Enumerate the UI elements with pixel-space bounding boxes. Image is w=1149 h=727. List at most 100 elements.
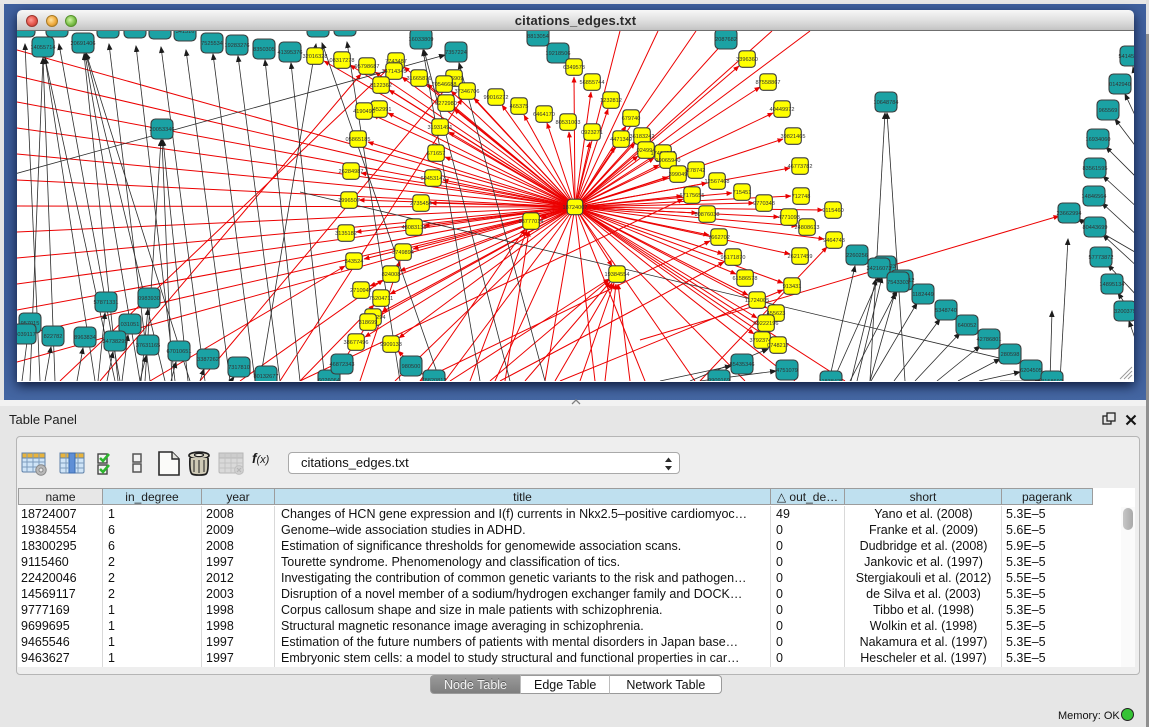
svg-text:1182449: 1182449 [912,292,933,298]
svg-text:0983930: 0983930 [138,296,160,302]
svg-text:57871331: 57871331 [94,300,119,306]
svg-text:5940781: 5940781 [124,31,146,32]
svg-text:7317810: 7317810 [228,365,250,371]
svg-text:38677496: 38677496 [344,340,369,346]
svg-text:95171870: 95171870 [721,255,746,261]
svg-text:2710947: 2710947 [350,288,372,294]
svg-text:5348740: 5348740 [935,308,957,314]
svg-text:824008: 824008 [382,272,401,278]
svg-text:4751079: 4751079 [776,368,798,374]
svg-text:18495931: 18495931 [148,31,173,33]
svg-text:0142940: 0142940 [1109,82,1131,88]
svg-text:20691406: 20691406 [71,41,96,47]
svg-text:19384554: 19384554 [605,272,630,278]
svg-text:822782: 822782 [44,334,63,340]
svg-text:46773782: 46773782 [788,164,813,170]
svg-text:42786801: 42786801 [977,337,1002,343]
svg-text:48083136: 48083136 [402,225,427,231]
svg-text:8963834: 8963834 [74,335,96,341]
svg-text:99016272: 99016272 [484,95,509,101]
svg-text:26284987: 26284987 [339,169,364,175]
svg-text:37631165: 37631165 [136,343,160,349]
svg-text:19218506: 19218506 [546,51,571,57]
svg-text:41395376: 41395376 [278,50,303,56]
svg-text:343524: 343524 [345,259,364,265]
svg-text:7662702: 7662702 [708,235,730,241]
svg-text:87558867: 87558867 [756,80,781,86]
svg-text:67010651: 67010651 [167,349,192,355]
svg-text:31931491: 31931491 [428,125,453,131]
svg-text:10648784: 10648784 [874,100,899,106]
svg-text:34738299: 34738299 [103,339,128,345]
svg-text:37346706: 37346706 [455,89,480,95]
svg-text:83777014: 83777014 [519,219,544,225]
svg-text:14895134: 14895134 [1100,282,1125,288]
svg-text:6204505: 6204505 [1020,368,1042,374]
svg-text:95798687: 95798687 [355,64,380,70]
svg-text:80132677: 80132677 [254,374,279,380]
svg-text:05865185: 05865185 [346,137,371,143]
svg-text:2351161: 2351161 [97,31,118,32]
svg-text:7525534: 7525534 [201,41,223,47]
svg-text:8122362: 8122362 [370,83,392,89]
svg-text:280598: 280598 [1001,352,1020,358]
svg-text:8350305: 8350305 [253,47,275,53]
svg-text:3200379: 3200379 [1114,309,1134,315]
svg-text:4190496: 4190496 [353,109,375,115]
svg-text:671657: 671657 [427,151,446,157]
svg-text:715451: 715451 [733,190,752,196]
svg-text:031051: 031051 [121,322,140,328]
svg-text:36183242: 36183242 [630,134,655,140]
svg-text:9770348: 9770348 [753,201,775,207]
svg-text:61586578: 61586578 [733,276,758,282]
svg-text:9909133: 9909133 [380,342,402,348]
svg-text:980500: 980500 [402,364,421,370]
svg-text:7996507: 7996507 [338,198,360,204]
svg-text:19283276: 19283276 [225,43,250,49]
svg-text:34714345: 34714345 [382,69,407,75]
svg-text:24808613: 24808613 [795,225,820,231]
svg-text:6272980: 6272980 [435,101,457,107]
svg-text:8813054: 8813054 [527,34,549,40]
svg-text:9464743: 9464743 [823,238,845,244]
svg-text:83561595: 83561595 [1083,166,1108,172]
svg-text:16033809: 16033809 [409,37,434,43]
svg-text:278742: 278742 [687,168,706,174]
svg-text:3039117: 3039117 [17,332,36,338]
svg-text:7543303: 7543303 [887,280,909,286]
svg-text:70546688: 70546688 [432,82,457,88]
svg-text:18724007: 18724007 [563,205,588,211]
svg-text:965569: 965569 [1099,108,1118,114]
svg-text:3387262: 3387262 [197,357,219,363]
svg-text:80443699: 80443699 [1083,225,1108,231]
svg-text:34216073: 34216073 [867,266,892,272]
svg-text:78820812: 78820812 [422,378,447,381]
svg-text:14055714: 14055714 [31,45,56,51]
svg-text:80876038: 80876038 [695,212,720,218]
svg-text:40449972: 40449972 [770,107,795,113]
svg-text:19065940: 19065940 [656,158,681,164]
svg-text:12567468: 12567468 [705,179,730,185]
svg-text:0923271: 0923271 [581,130,603,136]
svg-text:913431: 913431 [783,284,802,290]
svg-text:0748217: 0748217 [767,343,789,349]
svg-text:69222196: 69222196 [754,321,779,327]
svg-text:23662994: 23662994 [1057,211,1082,217]
svg-text:14846564: 14846564 [1082,194,1107,200]
svg-text:6349578: 6349578 [563,65,585,71]
svg-text:46872343: 46872343 [330,362,355,368]
svg-text:3135182: 3135182 [335,231,357,237]
svg-text:39821465: 39821465 [781,134,806,140]
svg-text:2087682: 2087682 [715,37,737,43]
svg-text:6464170: 6464170 [533,112,555,118]
svg-text:11838425: 11838425 [819,379,843,381]
svg-text:1232812: 1232812 [600,98,622,104]
svg-text:399049: 399049 [669,172,688,178]
svg-text:9115460: 9115460 [822,208,843,214]
svg-text:2260256: 2260256 [846,253,868,259]
svg-text:6026064: 6026064 [318,378,340,381]
svg-text:16934060: 16934060 [1086,137,1111,143]
svg-text:3749894: 3749894 [392,250,414,256]
svg-text:31665876: 31665876 [407,76,432,82]
svg-text:640052: 640052 [958,323,977,329]
